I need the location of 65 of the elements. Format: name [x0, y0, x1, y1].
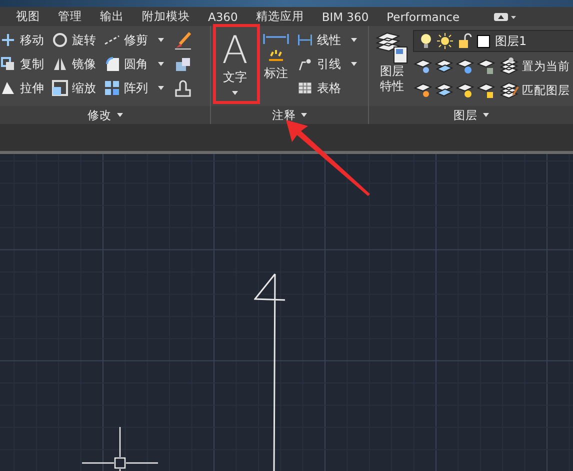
layer-dropdown[interactable]: 图层1 — [413, 30, 573, 52]
panel-title[interactable]: 注释 — [272, 108, 296, 122]
layer-stack-icon — [499, 57, 519, 75]
panel-title[interactable]: 图层 — [454, 108, 478, 122]
tool-button[interactable]: 引线 — [297, 54, 357, 74]
caret-icon — [158, 86, 164, 90]
ribbon-tab[interactable]: 附加模块 — [135, 7, 199, 26]
layer-properties-button[interactable]: 图层 特性 — [373, 30, 411, 106]
caret-icon — [351, 62, 357, 66]
ribbon-tab[interactable]: 视图 — [9, 7, 49, 26]
caret-icon — [482, 113, 488, 117]
layer-action-button[interactable]: 匹配图层 — [497, 81, 570, 99]
layer-tool-icon[interactable] — [476, 81, 496, 99]
tool-button[interactable]: 阵列 — [104, 78, 164, 98]
rotate-icon — [52, 32, 68, 48]
caret-icon — [158, 38, 164, 42]
caret-icon — [158, 62, 164, 66]
layer-tool-icon[interactable] — [455, 57, 475, 75]
ribbon-tab[interactable]: 管理 — [51, 7, 91, 26]
tool-button[interactable]: 修剪 — [104, 30, 164, 50]
fillet-icon — [104, 56, 120, 72]
tool-button[interactable]: 缩放 — [52, 78, 96, 98]
ribbon-tab[interactable]: 精选应用 — [248, 7, 313, 26]
tool-button[interactable]: 表格 — [297, 78, 357, 98]
ribbon-tab[interactable]: Performance — [380, 7, 469, 26]
layer-action-button[interactable]: 置为当前 — [497, 57, 570, 75]
leader-icon — [297, 56, 313, 72]
linear-dimension-icon — [297, 32, 313, 48]
panel-title[interactable]: 修改 — [88, 108, 112, 122]
layer-tool-icon[interactable] — [455, 81, 475, 99]
array-icon — [104, 80, 120, 96]
copy-icon — [0, 56, 16, 72]
ribbon-tab[interactable]: BIM 360 — [314, 7, 378, 26]
ribbon-tab[interactable]: 输出 — [93, 7, 133, 26]
layer-tool-icon[interactable] — [413, 57, 433, 75]
layer-stack-icon — [499, 81, 519, 99]
lightbulb-icon — [420, 33, 432, 49]
tool-button[interactable]: 复制 — [0, 54, 44, 74]
layer-color-swatch — [477, 34, 490, 48]
table-icon — [297, 80, 313, 96]
layer-tool-icon[interactable] — [476, 57, 496, 75]
tool-button[interactable]: 拉伸 — [0, 78, 44, 98]
caret-icon — [351, 38, 357, 42]
layers-icon — [375, 30, 409, 64]
tool-button[interactable]: 旋转 — [52, 30, 96, 50]
tool-button[interactable]: 移动 — [0, 30, 44, 50]
scale-icon — [52, 80, 68, 96]
text-button[interactable]: A 文字 — [215, 30, 255, 106]
tool-button[interactable]: 镜像 — [52, 54, 96, 74]
caret-icon — [116, 113, 122, 117]
layer-tool-icon[interactable] — [434, 57, 454, 75]
layer-tool-icon[interactable] — [434, 81, 454, 99]
caret-icon — [301, 113, 307, 117]
brush-icon — [174, 32, 192, 50]
move-icon — [0, 32, 16, 48]
unlocked-icon — [458, 33, 472, 49]
dimension-button[interactable]: 标注 — [261, 30, 291, 106]
tool-button[interactable]: 圆角 — [104, 54, 164, 74]
layer-tool-icon[interactable] — [413, 81, 433, 99]
ribbon-tab[interactable]: A360 — [201, 7, 247, 26]
dimension-icon — [263, 32, 289, 62]
caret-icon — [232, 91, 238, 95]
sun-icon — [437, 33, 453, 49]
mirror-icon — [52, 56, 68, 72]
tool-button[interactable]: 线性 — [297, 30, 357, 50]
